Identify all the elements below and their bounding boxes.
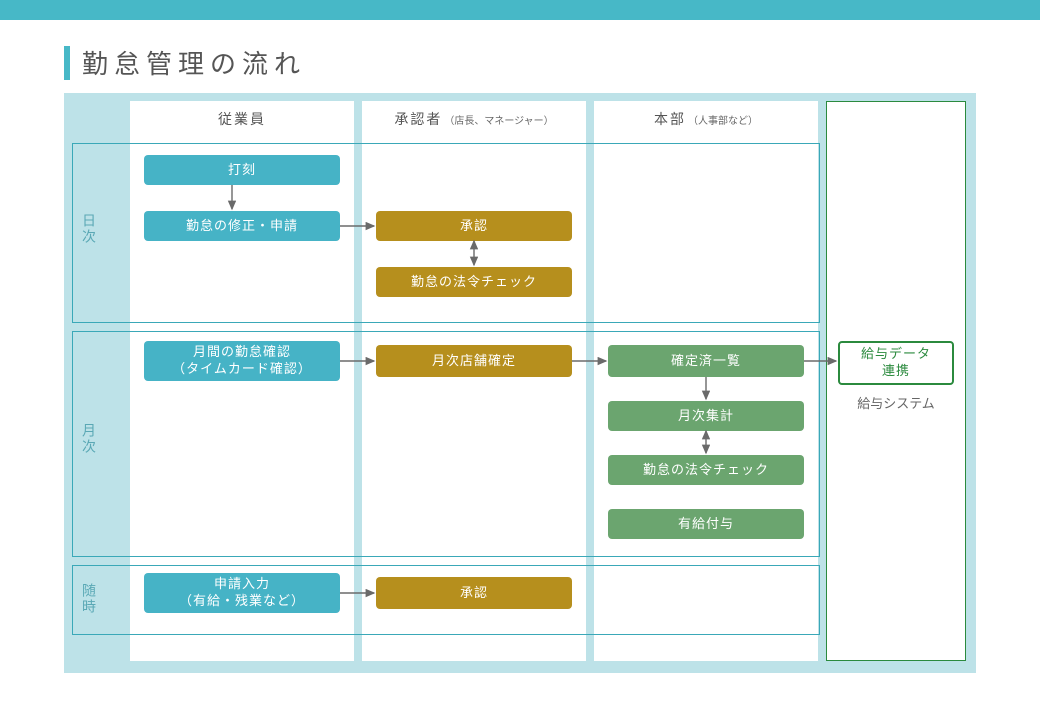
node-store-fix: 月次店舗確定 (376, 345, 572, 377)
node-apply-input: 申請入力 （有給・残業など） (144, 573, 340, 613)
column-hq-sub: （人事部など） (688, 116, 758, 127)
node-law-check-monthly: 勤怠の法令チェック (608, 455, 804, 485)
page-title-wrap: 勤怠管理の流れ (64, 44, 1040, 81)
column-approver-header: 承認者（店長、マネージャー） (362, 101, 586, 137)
column-employee-label: 従業員 (218, 111, 266, 127)
top-bar (0, 0, 1040, 20)
column-employee-header: 従業員 (130, 101, 354, 137)
node-month-agg: 月次集計 (608, 401, 804, 431)
column-approver-sub: （店長、マネージャー） (444, 116, 553, 127)
node-approve-daily: 承認 (376, 211, 572, 241)
row-daily-label: 日次 (80, 213, 98, 245)
page-title: 勤怠管理の流れ (82, 44, 306, 81)
flow-canvas: 従業員 承認者（店長、マネージャー） 本部（人事部など） 日次 月次 随時 打刻… (64, 93, 976, 673)
column-hq-header: 本部（人事部など） (594, 101, 818, 137)
node-month-confirm: 月間の勤怠確認 （タイムカード確認） (144, 341, 340, 381)
node-payroll-link: 給与データ 連携 (838, 341, 954, 385)
external-system-label: 給与システム (826, 393, 966, 412)
node-fixed-list: 確定済一覧 (608, 345, 804, 377)
node-law-check-daily: 勤怠の法令チェック (376, 267, 572, 297)
node-approve-anytime: 承認 (376, 577, 572, 609)
column-approver-label: 承認者 (394, 111, 442, 127)
column-hq-label: 本部 (654, 111, 686, 127)
node-paid-grant: 有給付与 (608, 509, 804, 539)
row-anytime-label: 随時 (80, 583, 98, 615)
node-edit-apply: 勤怠の修正・申請 (144, 211, 340, 241)
row-monthly-label: 月次 (80, 423, 98, 455)
node-clockin: 打刻 (144, 155, 340, 185)
title-accent (64, 46, 70, 80)
